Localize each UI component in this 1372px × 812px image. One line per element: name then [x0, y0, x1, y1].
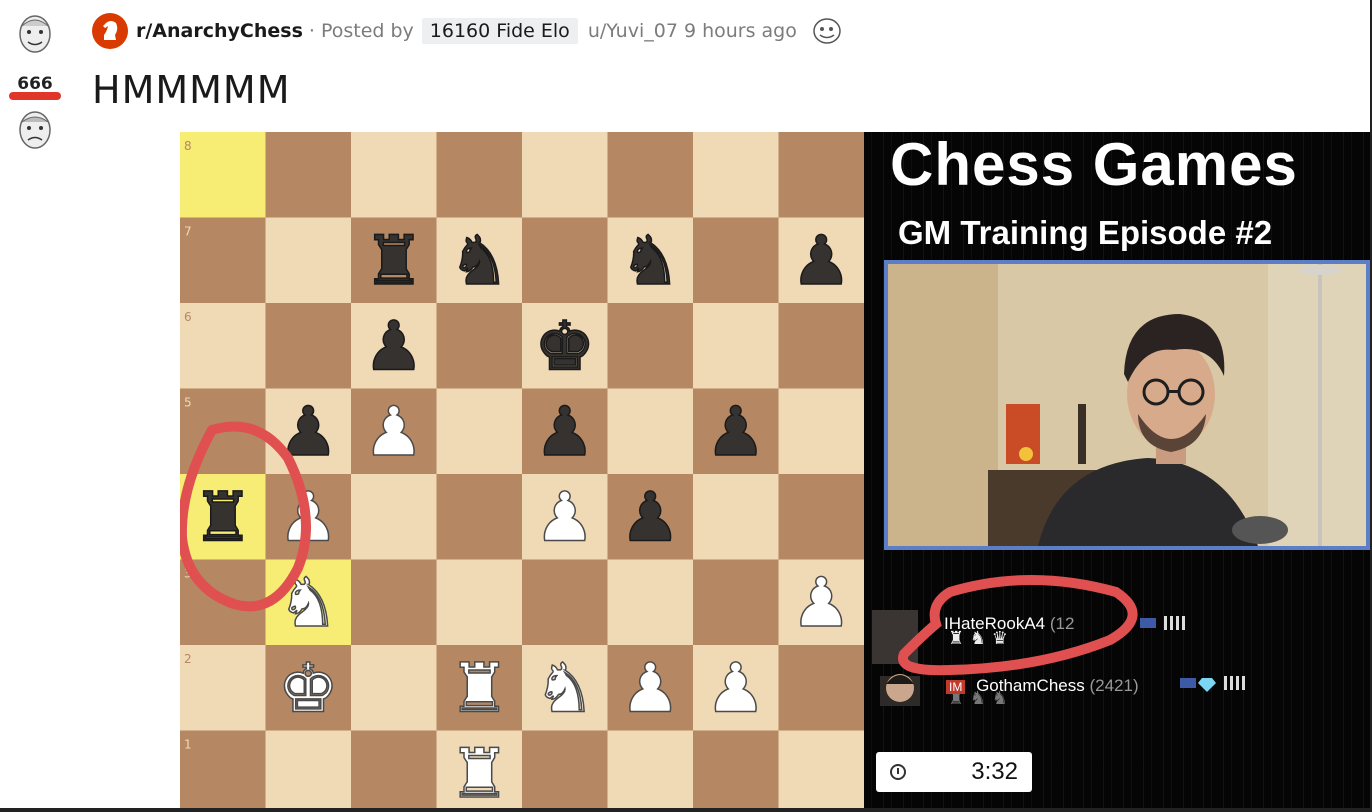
square-c1	[351, 730, 437, 808]
piece-white-pawn-f2: ♟	[620, 650, 681, 729]
square-e7	[522, 217, 608, 304]
square-d8	[436, 132, 523, 218]
square-h8	[778, 132, 864, 218]
award-icon[interactable]	[811, 16, 843, 46]
square-d5	[436, 388, 523, 475]
rank-label-1: 1	[184, 738, 192, 752]
piece-white-knight-e2: ♞	[534, 650, 595, 729]
piece-black-pawn-f4: ♟	[620, 479, 681, 558]
red-circle-annotation	[898, 575, 1138, 676]
webcam-scene	[888, 264, 1366, 546]
game-clock: 3:32	[876, 752, 1032, 792]
square-f5	[607, 388, 694, 475]
square-g6	[693, 303, 779, 389]
square-d3	[436, 559, 523, 646]
stream-panel: Chess Games GM Training Episode #2 ♜ ♞ ♛…	[864, 132, 1370, 808]
rank-label-8: 8	[184, 139, 192, 153]
rank-label-5: 5	[184, 396, 192, 410]
vote-score: 666	[17, 74, 53, 94]
square-c4	[351, 474, 437, 560]
square-a1	[180, 730, 266, 808]
square-h5	[778, 388, 864, 475]
piece-black-knight-d7: ♞	[449, 222, 510, 301]
square-f3	[607, 559, 694, 646]
piece-black-knight-f7: ♞	[620, 222, 681, 301]
piece-black-pawn-h7: ♟	[791, 222, 852, 301]
piece-white-king-b2: ♚	[278, 650, 339, 729]
score-scribble-underline	[9, 92, 61, 100]
square-g1	[693, 730, 779, 808]
square-a6	[180, 303, 266, 389]
author-link[interactable]: u/Yuvi_07	[588, 20, 678, 42]
posted-by-label: Posted by	[320, 20, 414, 42]
subreddit-knight-icon[interactable]	[92, 13, 128, 49]
piece-black-pawn-e5: ♟	[534, 393, 595, 472]
square-h2	[778, 645, 864, 731]
square-h4	[778, 474, 864, 560]
square-h6	[778, 303, 864, 389]
piece-black-king-e6: ♚	[534, 308, 595, 387]
rank-label-2: 2	[184, 652, 192, 666]
square-f6	[607, 303, 694, 389]
square-a8	[180, 132, 266, 218]
im-title-badge: IM	[946, 680, 966, 694]
header-separator: ·	[308, 20, 315, 42]
square-c3	[351, 559, 437, 646]
square-d6	[436, 303, 523, 389]
square-b8	[265, 132, 352, 218]
square-b7	[265, 217, 352, 304]
piece-white-rook-d1: ♜	[449, 735, 510, 808]
square-e3	[522, 559, 608, 646]
rank-label-6: 6	[184, 310, 192, 324]
post-image[interactable]: 8 7 6 5 4 3 2 1 ♜ ♞ ♞ ♟ ♟ ♚ ♟ ♟ ♟ ♟ ♜ ♟ ♟ ♟ ♞ ♟ ♚ ♜ ♞ ♟ ♟ ♜ Chess Gam…	[180, 132, 1370, 808]
user-flair: 16160 Fide Elo	[421, 18, 578, 44]
post-title[interactable]: HMMMMM	[92, 68, 291, 112]
stream-title: Chess Games	[890, 132, 1298, 198]
piece-white-rook-d2: ♜	[449, 650, 510, 729]
square-c2	[351, 645, 437, 731]
square-f1	[607, 730, 694, 808]
post-time: 9 hours ago	[683, 20, 797, 42]
square-g3	[693, 559, 779, 646]
downvote-face-icon[interactable]	[16, 108, 54, 150]
square-e8	[522, 132, 608, 218]
piece-white-pawn-c5: ♟	[363, 393, 424, 472]
piece-white-pawn-e4: ♟	[534, 479, 595, 558]
square-g4	[693, 474, 779, 560]
clock-time: 3:32	[971, 758, 1018, 785]
webcam-frame	[884, 260, 1370, 550]
square-g7	[693, 217, 779, 304]
square-b1	[265, 730, 352, 808]
piece-black-rook-c7: ♜	[363, 222, 424, 301]
square-c8	[351, 132, 437, 218]
piece-black-pawn-g5: ♟	[705, 393, 766, 472]
piece-white-pawn-g2: ♟	[705, 650, 766, 729]
square-e1	[522, 730, 608, 808]
square-f8	[607, 132, 694, 218]
rank-label-7: 7	[184, 225, 192, 239]
post-header: r/AnarchyChess · Posted by 16160 Fide El…	[92, 12, 843, 50]
piece-black-pawn-c6: ♟	[363, 308, 424, 387]
square-a2	[180, 645, 266, 731]
square-a7	[180, 217, 266, 304]
square-b6	[265, 303, 352, 389]
subreddit-link[interactable]: r/AnarchyChess	[136, 20, 303, 42]
piece-white-pawn-h3: ♟	[791, 564, 852, 643]
upvote-face-icon[interactable]	[16, 12, 54, 54]
vote-column: 666	[0, 0, 70, 170]
square-h1	[778, 730, 864, 808]
red-circle-rook-annotation	[180, 421, 311, 612]
stream-subtitle: GM Training Episode #2	[898, 214, 1273, 251]
clock-icon	[890, 764, 906, 780]
square-g8	[693, 132, 779, 218]
square-d4	[436, 474, 523, 560]
